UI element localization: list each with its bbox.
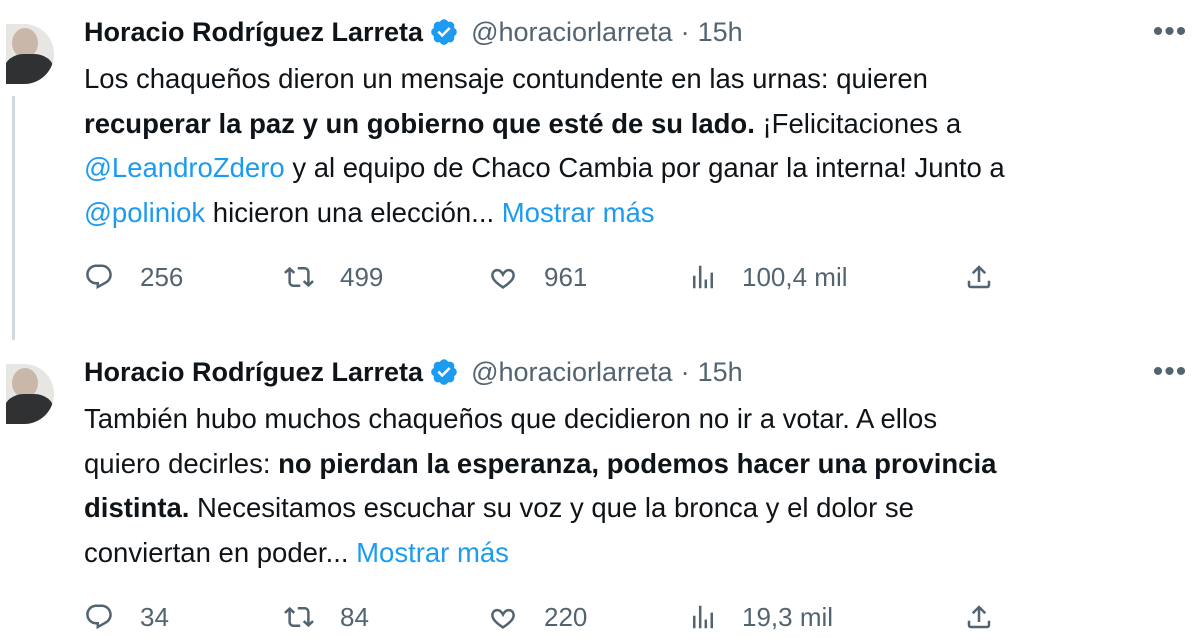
- more-icon[interactable]: •••: [1150, 12, 1190, 52]
- retweet-icon: [284, 266, 314, 288]
- mention-link[interactable]: @LeandroZdero: [84, 152, 285, 183]
- tweet-text-part: conviertan en poder...: [84, 536, 349, 568]
- like-button[interactable]: 220: [488, 597, 587, 637]
- tweet-text: Los chaqueños dieron un mensaje contunde…: [84, 57, 1194, 235]
- tweet[interactable]: Horacio Rodríguez Larreta @horaciorlarre…: [0, 340, 1200, 632]
- views-chart-icon: [693, 605, 713, 629]
- separator-dot: ·: [680, 16, 690, 47]
- tweet-text-part: ¡Felicitaciones a: [754, 107, 962, 139]
- views-button[interactable]: 19,3 mil: [688, 597, 833, 637]
- action-bar: 34 84 220 19,3 mil: [84, 597, 1014, 637]
- tweet-text-part: quiero decirles:: [84, 447, 279, 479]
- retweet-count: 499: [340, 261, 384, 292]
- heart-icon: [491, 608, 515, 629]
- views-count: 100,4 mil: [742, 261, 848, 292]
- tweet-text-part: Necesitamos escuchar su voz y que la bro…: [189, 492, 914, 523]
- separator-dot: ·: [680, 356, 690, 387]
- show-more-link[interactable]: Mostrar más: [356, 537, 509, 568]
- share-icon: [967, 265, 991, 289]
- retweet-icon: [284, 606, 314, 628]
- views-chart-icon: [693, 265, 713, 289]
- avatar[interactable]: [6, 24, 54, 84]
- reply-icon: [86, 264, 112, 290]
- views-count: 19,3 mil: [742, 601, 834, 632]
- reply-button[interactable]: 34: [84, 597, 169, 637]
- share-button[interactable]: [964, 257, 994, 297]
- heart-icon: [491, 268, 515, 289]
- reply-count: 34: [140, 601, 169, 632]
- like-count: 220: [544, 601, 588, 632]
- retweet-button[interactable]: 84: [284, 597, 369, 637]
- avatar[interactable]: [6, 364, 54, 424]
- views-button[interactable]: 100,4 mil: [688, 257, 848, 297]
- like-button[interactable]: 961: [488, 257, 587, 297]
- verified-badge-icon: [431, 359, 457, 385]
- tweet-text-part: También hubo muchos chaqueños que decidi…: [84, 403, 938, 434]
- tweet-text-bold: distinta.: [84, 492, 190, 523]
- author-handle[interactable]: @horaciorlarreta: [471, 17, 673, 48]
- tweet-text-part: hicieron una elección...: [205, 196, 495, 228]
- tweet-text-bold: recuperar la paz y un gobierno que esté …: [84, 107, 755, 139]
- tweet-text-part: Los chaqueños dieron un mensaje contunde…: [84, 63, 928, 94]
- share-button[interactable]: [964, 597, 994, 637]
- tweet-text-bold: no pierdan la esperanza, podemos hacer u…: [278, 447, 997, 479]
- share-icon: [967, 605, 991, 629]
- tweet[interactable]: Horacio Rodríguez Larreta @horaciorlarre…: [0, 0, 1200, 340]
- action-bar: 256 499 961 100,4 mil: [84, 257, 1014, 297]
- show-more-link[interactable]: Mostrar más: [502, 197, 655, 228]
- author-name[interactable]: Horacio Rodríguez Larreta: [84, 17, 423, 48]
- verified-badge-icon: [431, 19, 457, 45]
- reply-icon: [86, 604, 112, 630]
- tweet-header: Horacio Rodríguez Larreta @horaciorlarre…: [84, 12, 743, 52]
- mention-link[interactable]: @poliniok: [84, 197, 205, 228]
- thread-line: [12, 96, 15, 340]
- tweet-text: También hubo muchos chaqueños que decidi…: [84, 397, 1194, 575]
- like-count: 961: [544, 261, 588, 292]
- timestamp[interactable]: 15h: [698, 17, 743, 48]
- reply-button[interactable]: 256: [84, 257, 183, 297]
- more-icon[interactable]: •••: [1150, 352, 1190, 392]
- tweet-header: Horacio Rodríguez Larreta @horaciorlarre…: [84, 352, 743, 392]
- timestamp[interactable]: 15h: [698, 357, 743, 388]
- author-name[interactable]: Horacio Rodríguez Larreta: [84, 357, 423, 388]
- author-handle[interactable]: @horaciorlarreta: [471, 357, 673, 388]
- reply-count: 256: [140, 261, 184, 292]
- tweet-text-part: y al equipo de Chaco Cambia por ganar la…: [284, 152, 1005, 183]
- retweet-count: 84: [340, 601, 369, 632]
- retweet-button[interactable]: 499: [284, 257, 383, 297]
